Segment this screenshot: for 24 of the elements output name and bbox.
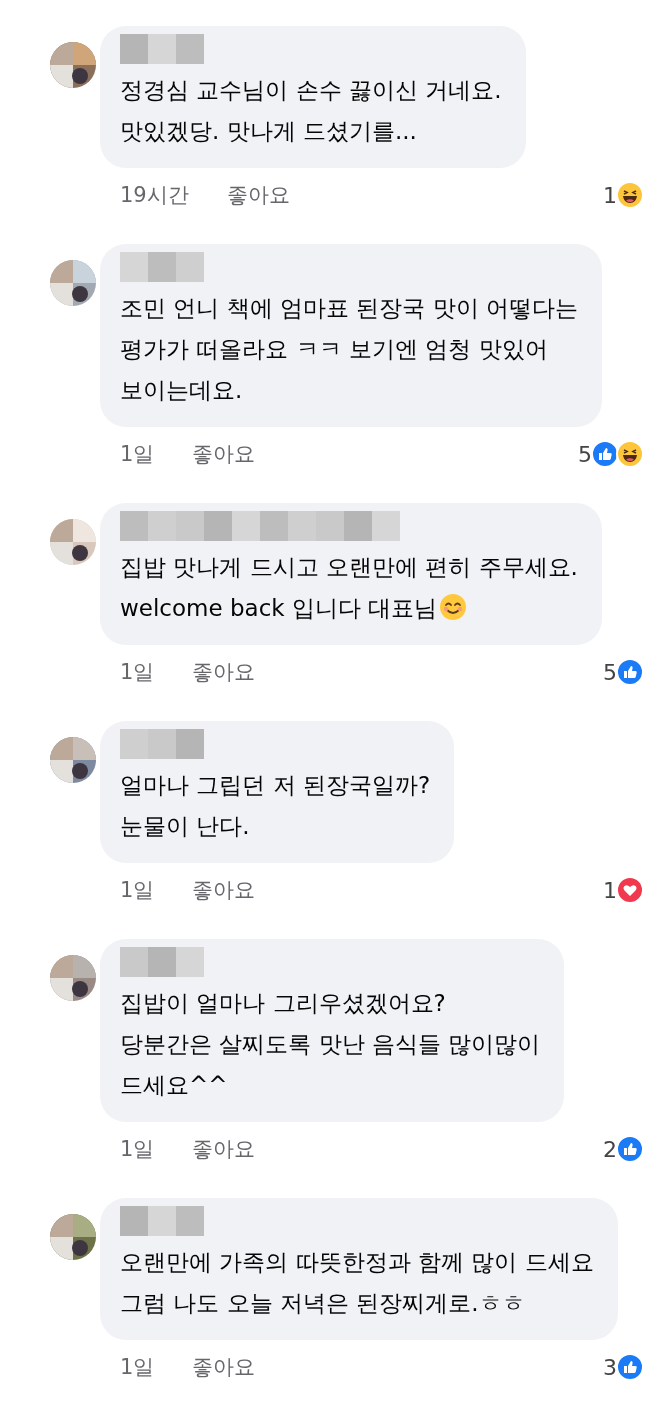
comment-text: 얼마나 그립던 저 된장국일까? 눈물이 난다. xyxy=(120,772,431,839)
reaction-count: 2 xyxy=(603,1136,617,1162)
like-link[interactable]: 좋아요 xyxy=(192,1353,256,1381)
comment-text: 집밥이 얼마나 그리우셨겠어요? 당분간은 살찌도록 맛난 음식들 많이많이 드세요^^ xyxy=(120,990,541,1098)
reaction-count: 5 xyxy=(603,659,617,685)
reaction-count: 5 xyxy=(578,441,592,467)
comment-text: 집밥 맛나게 드시고 오랜만에 편히 주무세요. welcome back 입니다 대표님 xyxy=(120,554,578,621)
comment-text: 조민 언니 책에 엄마표 된장국 맛이 어떻다는 평가가 떠올라요 ㅋㅋ 보기엔 엄청 맛있어 보이는데요. xyxy=(120,295,578,403)
like-link[interactable]: 좋아요 xyxy=(226,181,290,209)
like-link[interactable]: 좋아요 xyxy=(192,1135,256,1163)
comment-time: 1일 xyxy=(120,441,155,468)
reaction-count: 1 xyxy=(603,877,617,903)
like-link[interactable]: 좋아요 xyxy=(192,440,256,468)
comment-time: 19시간 xyxy=(120,182,189,209)
comment-time: 1일 xyxy=(120,659,155,686)
comment-text: 오랜만에 가족의 따뜻한정과 함께 많이 드세요 그럼 나도 오늘 저녁은 된장찌게로.ㅎㅎ xyxy=(120,1249,594,1316)
comment-text: 정경심 교수님이 손수 끓이신 거네요. 맛있겠당. 맛나게 드셨기를... xyxy=(120,77,502,144)
comment-time: 1일 xyxy=(120,877,155,904)
comment-time: 1일 xyxy=(120,1354,155,1381)
reaction-count: 3 xyxy=(603,1354,617,1380)
like-link[interactable]: 좋아요 xyxy=(192,876,256,904)
reaction-count: 1 xyxy=(603,182,617,208)
like-link[interactable]: 좋아요 xyxy=(192,658,256,686)
comment-time: 1일 xyxy=(120,1136,155,1163)
